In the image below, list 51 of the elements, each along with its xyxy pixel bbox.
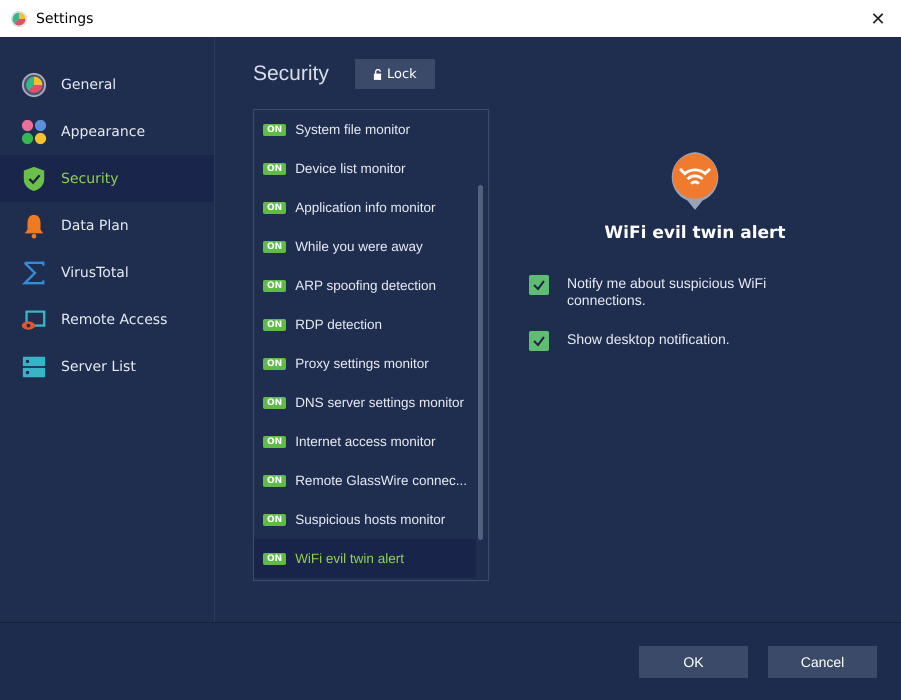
detail-title: WiFi evil twin alert <box>604 223 786 243</box>
sidebar-item[interactable]: General <box>0 61 214 108</box>
monitor-row[interactable]: ON RDP detection <box>254 305 476 344</box>
sidebar-item[interactable]: Data Plan <box>0 202 214 249</box>
sidebar-item[interactable]: VirusTotal <box>0 249 214 296</box>
dialog-button[interactable]: Cancel <box>768 646 877 678</box>
monitor-label: Suspicious hosts monitor <box>295 512 446 527</box>
monitor-row[interactable]: ON ARP spoofing detection <box>254 266 476 305</box>
option-label: Show desktop notification. <box>567 331 731 348</box>
scrollbar-thumb[interactable] <box>478 185 483 540</box>
app-logo-icon <box>10 10 28 28</box>
monitor-row[interactable]: ON Application info monitor <box>254 188 476 227</box>
monitor-label: DNS server settings monitor <box>295 395 464 410</box>
monitor-row[interactable]: ON While you were away <box>254 227 476 266</box>
sidebar-item[interactable]: Server List <box>0 343 214 390</box>
monitor-label: RDP detection <box>295 317 382 332</box>
monitor-label: Remote GlassWire connec... <box>295 473 467 488</box>
shield-icon <box>21 166 47 192</box>
monitor-row[interactable]: ON Internet access monitor <box>254 422 476 461</box>
monitor-row[interactable]: ON WiFi evil twin alert <box>254 539 476 578</box>
dots-icon <box>21 118 47 144</box>
page-title: Security <box>253 62 329 86</box>
monitor-label: Application info monitor <box>295 200 436 215</box>
monitor-label: Proxy settings monitor <box>295 356 429 371</box>
monitor-label: ARP spoofing detection <box>295 278 436 293</box>
padlock-icon <box>373 68 382 80</box>
monitor-row[interactable]: ON Remote GlassWire connec... <box>254 461 476 500</box>
close-button[interactable]: ✕ <box>855 0 901 37</box>
checkmark-icon <box>532 334 546 348</box>
sidebar-item[interactable]: Security <box>0 155 214 202</box>
sidebar-item[interactable]: Remote Access <box>0 296 214 343</box>
monitor-row[interactable]: ON DNS server settings monitor <box>254 383 476 422</box>
checkbox[interactable] <box>529 275 549 295</box>
monitor-row[interactable]: ON Proxy settings monitor <box>254 344 476 383</box>
sidebar-item[interactable]: Appearance <box>0 108 214 155</box>
monitor-row[interactable]: ON System file monitor <box>254 110 476 149</box>
pie-chart-icon <box>21 72 47 98</box>
checkbox[interactable] <box>529 331 549 351</box>
window-title: Settings <box>36 10 94 26</box>
lock-button[interactable]: Lock <box>354 59 435 89</box>
monitor-row[interactable]: ON Suspicious hosts monitor <box>254 500 476 539</box>
monitor-label: Device list monitor <box>295 161 406 176</box>
monitor-row[interactable]: ON Device list monitor <box>254 149 476 188</box>
monitor-label: Internet access monitor <box>295 434 436 449</box>
option-label: Notify me about suspicious WiFi connections. <box>567 275 768 309</box>
checkmark-icon <box>532 278 546 292</box>
sigma-icon <box>21 260 47 286</box>
monitor-label: WiFi evil twin alert <box>295 551 404 566</box>
dialog-button[interactable]: OK <box>639 646 748 678</box>
monitor-label: While you were away <box>295 239 423 254</box>
monitor-label: System file monitor <box>295 122 410 137</box>
